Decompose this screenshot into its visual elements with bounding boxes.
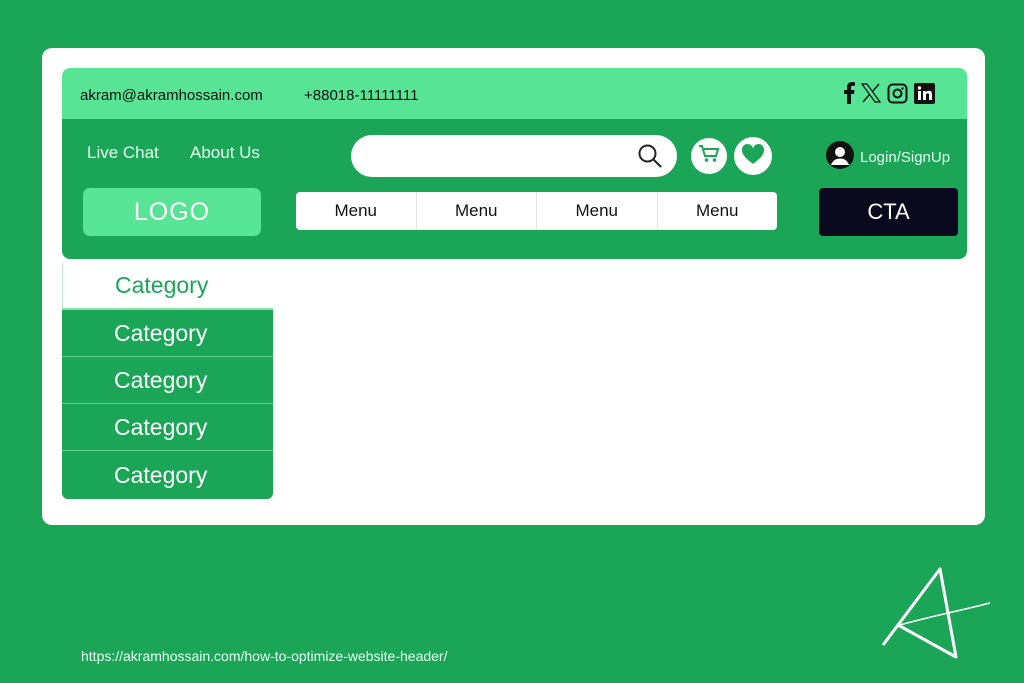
instagram-icon[interactable] xyxy=(887,82,908,104)
search-input[interactable] xyxy=(369,145,633,169)
cta-button[interactable]: CTA xyxy=(819,188,958,236)
menu-item[interactable]: Menu xyxy=(658,192,778,230)
logo[interactable]: LOGO xyxy=(83,188,261,236)
user-avatar-icon xyxy=(826,141,854,173)
search-icon[interactable] xyxy=(637,143,663,174)
login-label: Login/SignUp xyxy=(860,148,951,166)
contact-phone[interactable]: +88018-11111111 xyxy=(304,87,418,104)
social-links xyxy=(843,82,935,104)
contact-email[interactable]: akram@akramhossain.com xyxy=(80,87,263,104)
facebook-icon[interactable] xyxy=(843,82,855,104)
category-item-active[interactable]: Category xyxy=(62,263,273,310)
category-item[interactable]: Category xyxy=(62,451,273,499)
about-us-link[interactable]: About Us xyxy=(190,143,260,163)
brand-logo-icon xyxy=(878,565,994,670)
menu-item[interactable]: Menu xyxy=(537,192,658,230)
main-header: Live Chat About Us Login/SignUp LOGO Men… xyxy=(62,119,967,259)
search-bar xyxy=(351,135,677,177)
menu-item[interactable]: Menu xyxy=(417,192,537,230)
live-chat-link[interactable]: Live Chat xyxy=(87,143,159,163)
linkedin-icon[interactable] xyxy=(914,82,935,104)
cart-button[interactable] xyxy=(691,138,727,174)
wishlist-button[interactable] xyxy=(734,137,772,175)
category-item[interactable]: Category xyxy=(62,310,273,357)
category-menu: Category Category Category Category Cate… xyxy=(62,263,273,499)
category-item[interactable]: Category xyxy=(62,357,273,404)
heart-icon xyxy=(741,143,765,170)
top-bar: akram@akramhossain.com +88018-11111111 xyxy=(62,68,967,119)
login-signup-link[interactable]: Login/SignUp xyxy=(826,141,950,173)
source-url: https://akramhossain.com/how-to-optimize… xyxy=(81,648,448,664)
menu-bar: Menu Menu Menu Menu xyxy=(296,192,777,230)
x-icon[interactable] xyxy=(861,82,881,104)
cart-icon xyxy=(698,144,720,169)
category-item[interactable]: Category xyxy=(62,404,273,451)
menu-item[interactable]: Menu xyxy=(296,192,417,230)
